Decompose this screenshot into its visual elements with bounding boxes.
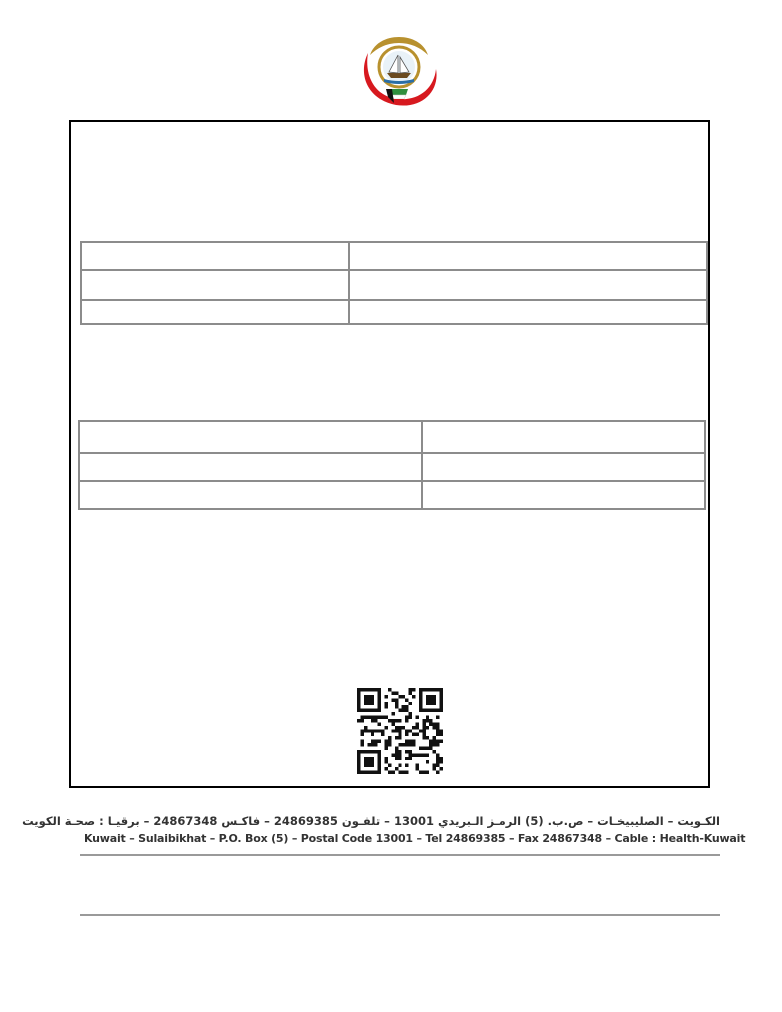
table-cell	[348, 241, 708, 271]
table-cell	[348, 269, 708, 301]
document-frame	[69, 120, 710, 788]
table-row	[78, 480, 707, 510]
table-row	[79, 241, 708, 271]
table-cell	[79, 269, 351, 301]
divider	[80, 914, 720, 916]
footer-address-english: Kuwait – Sulaibikhat – P.O. Box (5) – Po…	[84, 832, 746, 845]
table-row	[79, 269, 708, 301]
table-row	[78, 420, 707, 454]
table-cell	[79, 241, 351, 271]
table-row	[78, 452, 707, 482]
table-cell	[79, 299, 351, 325]
table-cell	[420, 480, 707, 510]
footer-address-arabic: الكـويت – الصليبيخـات – ص.ب. (5) الرمـز …	[22, 814, 720, 828]
table-row	[79, 299, 708, 325]
table-cell	[78, 452, 423, 482]
divider	[80, 854, 720, 856]
info-table-2	[78, 420, 707, 510]
table-cell	[420, 420, 707, 454]
kuwait-emblem-icon	[356, 33, 442, 109]
info-table-1	[79, 241, 708, 325]
table-cell	[78, 420, 423, 454]
qr-code-icon[interactable]	[355, 688, 445, 774]
table-cell	[78, 480, 423, 510]
table-cell	[348, 299, 708, 325]
table-cell	[420, 452, 707, 482]
